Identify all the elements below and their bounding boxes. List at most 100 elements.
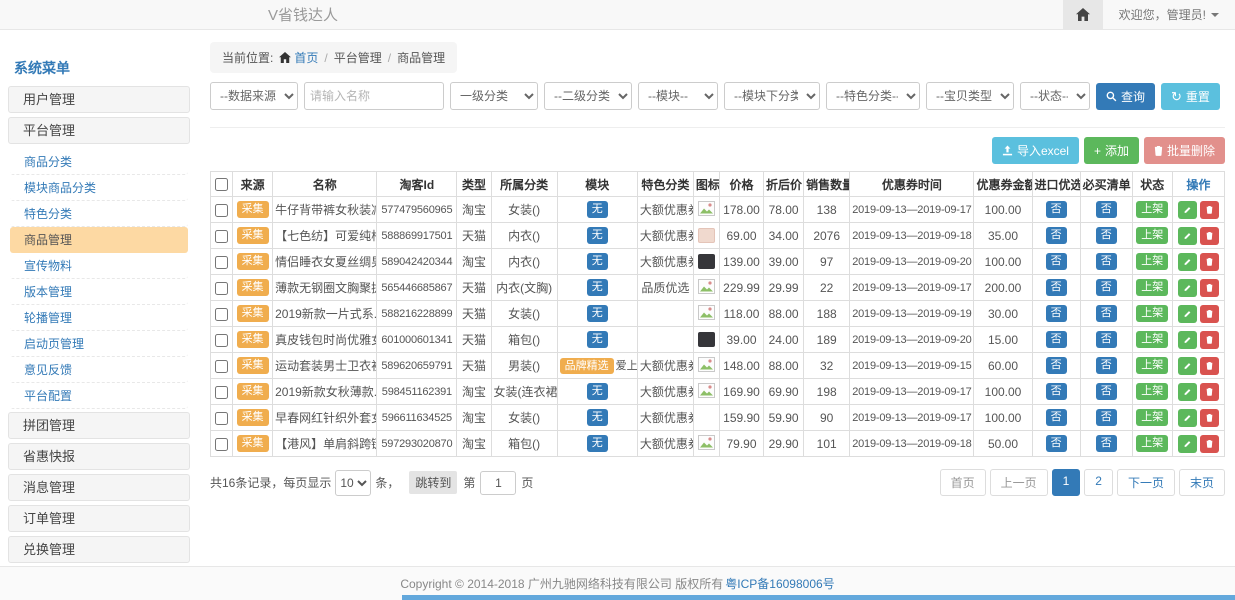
import-toggle-badge[interactable]: 否 bbox=[1046, 357, 1067, 374]
reset-button[interactable]: ↻ 重置 bbox=[1161, 83, 1220, 110]
sidebar-group[interactable]: 拼团管理 bbox=[8, 412, 190, 439]
sidebar-item[interactable]: 启动页管理 bbox=[10, 331, 188, 357]
edit-button[interactable] bbox=[1178, 331, 1197, 349]
delete-button[interactable] bbox=[1200, 201, 1219, 219]
row-checkbox[interactable] bbox=[215, 282, 228, 295]
import-toggle-badge[interactable]: 否 bbox=[1046, 201, 1067, 218]
sidebar-item[interactable]: 宣传物料 bbox=[10, 253, 188, 279]
row-checkbox[interactable] bbox=[215, 230, 228, 243]
icp-link[interactable]: 粤ICP备16098006号 bbox=[725, 575, 834, 592]
status-badge[interactable]: 上架 bbox=[1136, 305, 1168, 322]
page-number-input[interactable] bbox=[480, 471, 516, 495]
row-checkbox[interactable] bbox=[215, 412, 228, 425]
page-button[interactable]: 2 bbox=[1084, 469, 1113, 496]
edit-button[interactable] bbox=[1178, 201, 1197, 219]
row-checkbox[interactable] bbox=[215, 256, 228, 269]
delete-button[interactable] bbox=[1200, 357, 1219, 375]
bulk-delete-button[interactable]: 批量删除 bbox=[1144, 137, 1225, 164]
edit-button[interactable] bbox=[1178, 279, 1197, 297]
sidebar-item[interactable]: 商品分类 bbox=[10, 149, 188, 175]
page-button[interactable]: 1 bbox=[1052, 469, 1081, 496]
import-toggle-badge[interactable]: 否 bbox=[1046, 383, 1067, 400]
status-badge[interactable]: 上架 bbox=[1136, 435, 1168, 452]
filter-select[interactable]: 一级分类 bbox=[450, 82, 538, 110]
import-toggle-badge[interactable]: 否 bbox=[1046, 253, 1067, 270]
delete-button[interactable] bbox=[1200, 227, 1219, 245]
filter-select[interactable]: --数据来源-- bbox=[210, 82, 298, 110]
delete-button[interactable] bbox=[1200, 305, 1219, 323]
filter-select[interactable]: --宝贝类型-- bbox=[926, 82, 1014, 110]
user-menu[interactable]: 欢迎您，管理员! bbox=[1103, 6, 1235, 23]
edit-button[interactable] bbox=[1178, 435, 1197, 453]
import-excel-button[interactable]: 导入excel bbox=[992, 137, 1079, 164]
row-checkbox[interactable] bbox=[215, 438, 228, 451]
page-button[interactable]: 末页 bbox=[1179, 469, 1225, 496]
edit-button[interactable] bbox=[1178, 409, 1197, 427]
import-toggle-badge[interactable]: 否 bbox=[1046, 409, 1067, 426]
edit-button[interactable] bbox=[1178, 383, 1197, 401]
edit-button[interactable] bbox=[1178, 227, 1197, 245]
must-buy-toggle-badge[interactable]: 否 bbox=[1096, 357, 1117, 374]
edit-button[interactable] bbox=[1178, 357, 1197, 375]
delete-button[interactable] bbox=[1200, 409, 1219, 427]
edit-button[interactable] bbox=[1178, 305, 1197, 323]
import-toggle-badge[interactable]: 否 bbox=[1046, 227, 1067, 244]
search-button[interactable]: 查询 bbox=[1096, 83, 1155, 110]
jump-button[interactable]: 跳转到 bbox=[409, 471, 457, 494]
status-badge[interactable]: 上架 bbox=[1136, 253, 1168, 270]
sidebar-group[interactable]: 用户管理 bbox=[8, 86, 190, 113]
delete-button[interactable] bbox=[1200, 331, 1219, 349]
delete-button[interactable] bbox=[1200, 279, 1219, 297]
must-buy-toggle-badge[interactable]: 否 bbox=[1096, 279, 1117, 296]
must-buy-toggle-badge[interactable]: 否 bbox=[1096, 253, 1117, 270]
page-button[interactable]: 下一页 bbox=[1117, 469, 1175, 496]
sidebar-group[interactable]: 消息管理 bbox=[8, 474, 190, 501]
must-buy-toggle-badge[interactable]: 否 bbox=[1096, 331, 1117, 348]
delete-button[interactable] bbox=[1200, 383, 1219, 401]
delete-button[interactable] bbox=[1200, 435, 1219, 453]
must-buy-toggle-badge[interactable]: 否 bbox=[1096, 383, 1117, 400]
page-button[interactable]: 上一页 bbox=[990, 469, 1048, 496]
row-checkbox[interactable] bbox=[215, 334, 228, 347]
breadcrumb-home-link[interactable]: 首页 bbox=[279, 49, 318, 66]
must-buy-toggle-badge[interactable]: 否 bbox=[1096, 201, 1117, 218]
row-checkbox[interactable] bbox=[215, 204, 228, 217]
must-buy-toggle-badge[interactable]: 否 bbox=[1096, 409, 1117, 426]
must-buy-toggle-badge[interactable]: 否 bbox=[1096, 435, 1117, 452]
select-all-checkbox[interactable] bbox=[215, 178, 228, 191]
sidebar-item[interactable]: 特色分类 bbox=[10, 201, 188, 227]
sidebar-group[interactable]: 兑换管理 bbox=[8, 536, 190, 563]
sidebar-item[interactable]: 商品管理 bbox=[10, 227, 188, 253]
status-badge[interactable]: 上架 bbox=[1136, 201, 1168, 218]
status-badge[interactable]: 上架 bbox=[1136, 279, 1168, 296]
status-badge[interactable]: 上架 bbox=[1136, 409, 1168, 426]
status-badge[interactable]: 上架 bbox=[1136, 227, 1168, 244]
delete-button[interactable] bbox=[1200, 253, 1219, 271]
row-checkbox[interactable] bbox=[215, 308, 228, 321]
filter-select[interactable]: --二级分类-- bbox=[544, 82, 632, 110]
import-toggle-badge[interactable]: 否 bbox=[1046, 331, 1067, 348]
add-button[interactable]: + 添加 bbox=[1084, 137, 1139, 164]
filter-select[interactable]: --模块下分类-- bbox=[724, 82, 820, 110]
sidebar-group[interactable]: 省惠快报 bbox=[8, 443, 190, 470]
filter-select[interactable]: --状态-- bbox=[1020, 82, 1090, 110]
status-badge[interactable]: 上架 bbox=[1136, 357, 1168, 374]
row-checkbox[interactable] bbox=[215, 360, 228, 373]
import-toggle-badge[interactable]: 否 bbox=[1046, 279, 1067, 296]
import-toggle-badge[interactable]: 否 bbox=[1046, 305, 1067, 322]
status-badge[interactable]: 上架 bbox=[1136, 331, 1168, 348]
sidebar-item[interactable]: 轮播管理 bbox=[10, 305, 188, 331]
edit-button[interactable] bbox=[1178, 253, 1197, 271]
sidebar-item[interactable]: 平台配置 bbox=[10, 383, 188, 409]
sidebar-group[interactable]: 订单管理 bbox=[8, 505, 190, 532]
sidebar-item[interactable]: 版本管理 bbox=[10, 279, 188, 305]
must-buy-toggle-badge[interactable]: 否 bbox=[1096, 305, 1117, 322]
sidebar-item[interactable]: 模块商品分类 bbox=[10, 175, 188, 201]
per-page-select[interactable]: 10 bbox=[335, 470, 371, 496]
import-toggle-badge[interactable]: 否 bbox=[1046, 435, 1067, 452]
filter-select[interactable]: --特色分类-- bbox=[826, 82, 920, 110]
page-button[interactable]: 首页 bbox=[940, 469, 986, 496]
name-search-input[interactable] bbox=[304, 82, 444, 110]
home-button[interactable] bbox=[1063, 0, 1103, 29]
row-checkbox[interactable] bbox=[215, 386, 228, 399]
